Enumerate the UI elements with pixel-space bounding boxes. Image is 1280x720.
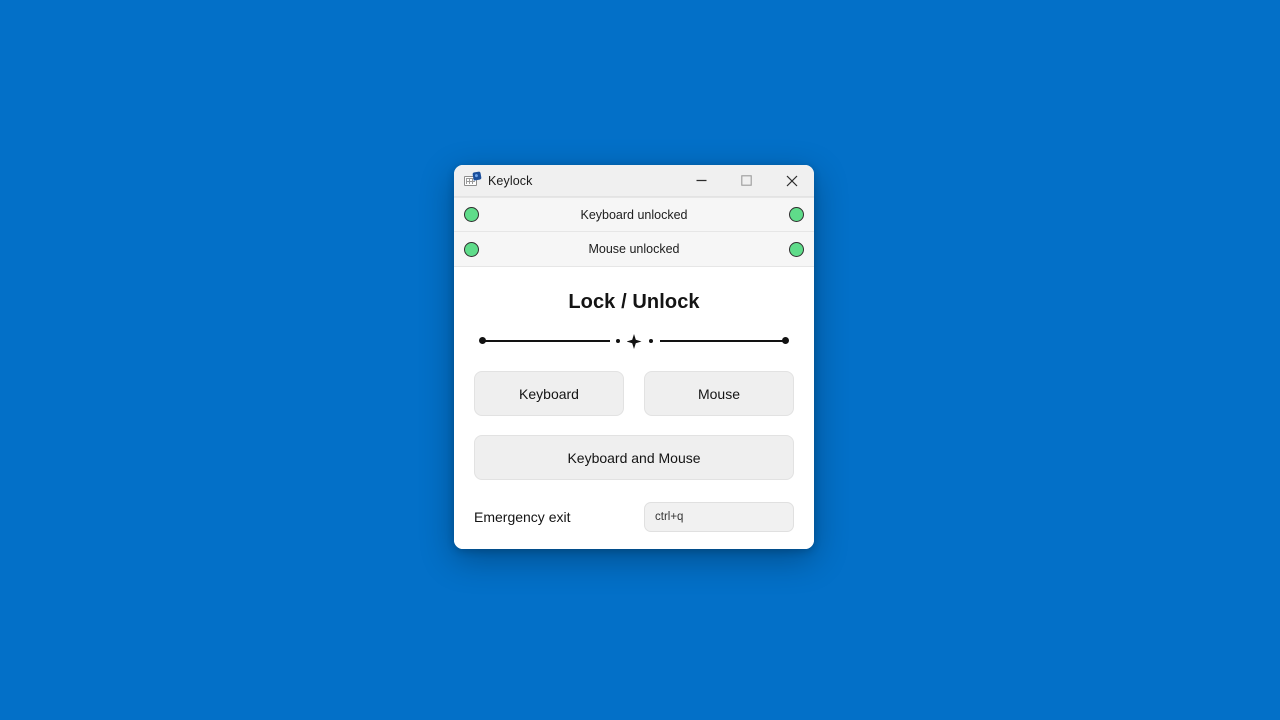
- keyboard-status-led-left: [464, 207, 479, 222]
- title-bar[interactable]: Keylock: [454, 165, 814, 197]
- main-content: Lock / Unlock Keyboard Mouse Keyboard an…: [454, 267, 814, 549]
- emergency-exit-label: Emergency exit: [474, 509, 571, 525]
- window-title: Keylock: [488, 173, 533, 188]
- emergency-exit-row: Emergency exit: [474, 502, 794, 532]
- lock-target-button-row: Keyboard Mouse: [474, 371, 794, 416]
- minimize-button[interactable]: [679, 165, 724, 197]
- mouse-status-led-right: [789, 241, 804, 257]
- keyboard-button[interactable]: Keyboard: [474, 371, 624, 416]
- keyboard-status-label: Keyboard unlocked: [580, 207, 688, 222]
- mouse-status-led-left: [464, 241, 479, 257]
- emergency-exit-input[interactable]: [644, 502, 794, 532]
- status-row: Mouse unlocked: [454, 232, 814, 267]
- close-button[interactable]: [769, 165, 814, 197]
- keyboard-lock-icon: [464, 170, 482, 189]
- close-icon: [786, 175, 797, 186]
- keylock-window: Keylock Keyboard unlocked Mouse unlocked…: [454, 165, 814, 549]
- status-row: Keyboard unlocked: [454, 197, 814, 232]
- maximize-icon: [741, 175, 752, 186]
- maximize-button[interactable]: [724, 165, 769, 197]
- minimize-icon: [696, 179, 707, 182]
- page-title: Lock / Unlock: [568, 291, 700, 313]
- diamond-icon: [626, 334, 642, 349]
- keyboard-status-led-right: [789, 207, 804, 222]
- window-controls: [679, 165, 814, 196]
- keyboard-and-mouse-button[interactable]: Keyboard and Mouse: [474, 435, 794, 480]
- mouse-status-label: Mouse unlocked: [588, 242, 680, 256]
- mouse-button[interactable]: Mouse: [644, 371, 794, 416]
- ornamental-divider: [474, 334, 794, 349]
